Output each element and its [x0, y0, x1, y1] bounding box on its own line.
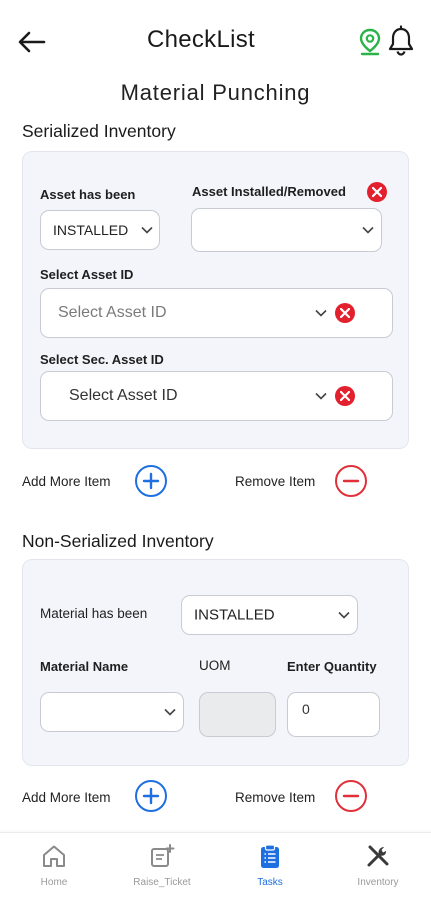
material-status-label: Material has been	[40, 606, 148, 621]
tasks-clipboard-icon	[261, 844, 279, 868]
quantity-label: Enter Quantity	[287, 659, 377, 674]
installed-removed-select[interactable]	[191, 208, 382, 252]
sec-asset-id-select[interactable]: Select Asset ID	[40, 371, 393, 421]
add-more-item-label[interactable]: Add More Item	[22, 474, 111, 489]
sec-asset-id-label: Select Sec. Asset ID	[40, 352, 164, 367]
serialized-inventory-card: Asset has been Asset Installed/Removed I…	[22, 151, 409, 449]
raise-ticket-icon	[151, 844, 175, 867]
add-more-item-label[interactable]: Add More Item	[22, 790, 111, 805]
chevron-down-icon	[362, 226, 374, 234]
chevron-down-icon	[315, 392, 327, 400]
remove-item-label[interactable]: Remove Item	[235, 474, 315, 489]
clear-asset-id-icon[interactable]	[335, 303, 355, 323]
page-title: CheckList	[146, 26, 256, 53]
minus-icon	[342, 794, 360, 798]
remove-item-button[interactable]	[335, 780, 367, 812]
nav-label-tasks: Tasks	[257, 877, 283, 888]
asset-status-value: INSTALLED	[53, 222, 129, 238]
nav-label-home: Home	[40, 877, 68, 888]
home-icon	[43, 845, 65, 867]
uom-field	[199, 692, 276, 737]
non-serialized-inventory-card: Material has been INSTALLED Material Nam…	[22, 559, 409, 766]
plus-icon	[142, 787, 160, 805]
chevron-down-icon	[164, 708, 176, 716]
app-header: CheckList	[0, 0, 431, 82]
asset-id-placeholder: Select Asset ID	[58, 304, 167, 321]
material-status-value: INSTALLED	[194, 606, 275, 624]
chevron-down-icon	[141, 226, 153, 234]
nav-item-inventory[interactable]: Inventory	[324, 833, 431, 900]
material-status-select[interactable]: INSTALLED	[181, 595, 358, 635]
chevron-down-icon	[338, 611, 350, 619]
clear-installed-removed-icon[interactable]	[367, 182, 387, 202]
asset-status-label: Asset has been	[40, 187, 136, 202]
non-serialized-section-title: Non-Serialized Inventory	[22, 531, 214, 551]
bell-icon[interactable]	[386, 25, 416, 57]
material-name-select[interactable]	[40, 692, 184, 732]
material-name-label: Material Name	[40, 659, 129, 674]
location-pin-icon[interactable]	[357, 27, 383, 57]
quantity-input[interactable]	[302, 701, 362, 717]
plus-icon	[142, 472, 160, 490]
bottom-navigation: Home Raise_Ticket Tasks Inventory	[0, 832, 431, 900]
nav-item-tasks[interactable]: Tasks	[216, 833, 324, 900]
installed-removed-label: Asset Installed/Removed	[192, 184, 346, 199]
asset-id-select[interactable]: Select Asset ID	[40, 288, 393, 338]
nav-label-inventory: Inventory	[357, 877, 399, 888]
remove-item-button[interactable]	[335, 465, 367, 497]
asset-id-label: Select Asset ID	[40, 267, 134, 282]
add-item-button[interactable]	[135, 780, 167, 812]
nav-item-home[interactable]: Home	[0, 833, 108, 900]
sec-asset-id-placeholder: Select Asset ID	[69, 387, 178, 404]
nav-item-raise-ticket[interactable]: Raise_Ticket	[108, 833, 216, 900]
asset-status-select[interactable]: INSTALLED	[40, 210, 160, 250]
serialized-section-title: Serialized Inventory	[22, 121, 176, 141]
tools-icon	[367, 845, 389, 867]
uom-label: UOM	[199, 658, 231, 673]
quantity-field[interactable]	[287, 692, 380, 737]
add-item-button[interactable]	[135, 465, 167, 497]
clear-sec-asset-id-icon[interactable]	[335, 386, 355, 406]
remove-item-label[interactable]: Remove Item	[235, 790, 315, 805]
nav-label-raise-ticket: Raise_Ticket	[133, 877, 191, 888]
page-subtitle: Material Punching	[120, 80, 311, 105]
chevron-down-icon	[315, 309, 327, 317]
minus-icon	[342, 479, 360, 483]
